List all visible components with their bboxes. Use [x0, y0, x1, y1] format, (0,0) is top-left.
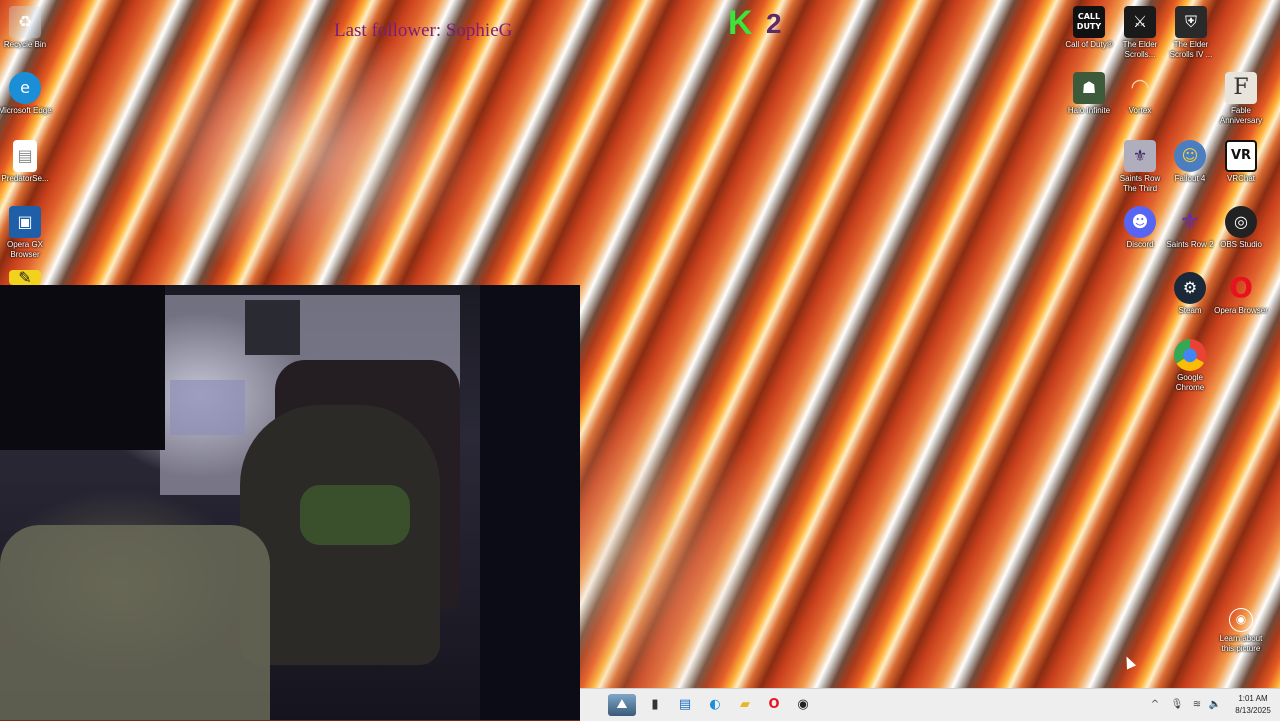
edge-icon[interactable]: ◐: [704, 694, 726, 716]
webcam-feed: [0, 285, 580, 720]
clock-time: 1:01 AM: [1238, 694, 1268, 703]
opera-icon[interactable]: O: [763, 694, 785, 716]
elder-scrolls-iv-icon: ⛨: [1175, 6, 1207, 38]
kill-counter: K 2: [728, 6, 786, 40]
saints-row-third-icon: ⚜: [1124, 140, 1156, 172]
fallout-4-icon: ☺: [1174, 140, 1206, 172]
desktop-icon-edge[interactable]: e Microsoft Edge: [0, 72, 53, 116]
desktop-icon-elder-scrolls-online[interactable]: ⚔ The Elder Scrolls...: [1112, 6, 1168, 60]
task-view-icon[interactable]: ▮: [644, 694, 666, 716]
desktop-icon-chrome[interactable]: ● Google Chrome: [1162, 339, 1218, 393]
file-explorer-icon[interactable]: ▰: [734, 694, 756, 716]
desktop-icon-vortex[interactable]: ◠ Vortex: [1112, 72, 1168, 116]
discord-icon: ☻: [1124, 206, 1156, 238]
clock-date: 8/13/2025: [1235, 706, 1271, 715]
kill-count: 2: [766, 8, 782, 39]
desktop-icon-halo-infinite[interactable]: ☗ Halo Infinite: [1061, 72, 1117, 116]
recycle-bin-icon: ♻: [9, 6, 41, 38]
chrome-icon: ●: [1174, 339, 1206, 371]
app-icon: ✎: [9, 270, 41, 286]
microphone-icon[interactable]: 🎙: [1170, 697, 1184, 713]
chevron-up-icon[interactable]: ^: [1148, 697, 1162, 713]
taskbar-clock[interactable]: 1:01 AM 8/13/2025: [1230, 693, 1276, 717]
learn-picture-icon: ◉: [1229, 608, 1253, 632]
desktop-icon-discord[interactable]: ☻ Discord: [1112, 206, 1168, 250]
obs-studio-icon[interactable]: ◉: [792, 694, 814, 716]
taskbar: ⛰ ▮ ▤ ◐ ▰ O ◉ ^ 🎙 ≋ 🔈 1:01 AM 8/13/2025: [580, 688, 1280, 721]
desktop-icon-fallout-4[interactable]: ☺ Fallout 4: [1162, 140, 1218, 184]
vrchat-icon: VR: [1225, 140, 1257, 172]
desktop-icon-saints-row-third[interactable]: ⚜ Saints Row The Third: [1112, 140, 1168, 194]
desktop-icon-predatorse[interactable]: ▤ PredatorSe...: [0, 140, 53, 184]
desktop-icon-vrchat[interactable]: VR VRChat: [1213, 140, 1269, 184]
edge-icon: e: [9, 72, 41, 104]
halo-infinite-icon: ☗: [1073, 72, 1105, 104]
desktop-icon-fable[interactable]: F Fable Anniversary: [1213, 72, 1269, 126]
desktop-icon-learn-picture[interactable]: ◉ Learn about this picture: [1213, 608, 1269, 654]
opera-icon: O: [1229, 271, 1253, 304]
desktop-icon-opera-gx[interactable]: ▣ Opera GX Browser: [0, 206, 53, 260]
elder-scrolls-online-icon: ⚔: [1124, 6, 1156, 38]
call-of-duty-icon: CALL DUTY: [1073, 6, 1105, 38]
desktop-icon-call-of-duty[interactable]: CALL DUTY Call of Duty®: [1061, 6, 1117, 50]
store-icon[interactable]: ▤: [674, 694, 696, 716]
opera-gx-icon: ▣: [9, 206, 41, 238]
desktop-icon-elder-scrolls-iv[interactable]: ⛨ The Elder Scrolls IV ...: [1163, 6, 1219, 60]
desktop-icon-recycle-bin[interactable]: ♻ Recycle Bin: [0, 6, 53, 50]
speaker-icon[interactable]: 🔈: [1208, 697, 1222, 713]
network-icon[interactable]: ≋: [1190, 697, 1204, 713]
desktop-icon-opera[interactable]: O Opera Browser: [1213, 272, 1269, 316]
steam-icon: ⚙: [1174, 272, 1206, 304]
fable-icon: F: [1225, 72, 1257, 104]
vortex-icon: ◠: [1130, 75, 1150, 100]
desktop-icon-saints-row-2[interactable]: ⚜ Saints Row 2: [1162, 206, 1218, 250]
desktop-icon-steam[interactable]: ⚙ Steam: [1162, 272, 1218, 316]
desktop-icon-obs-studio[interactable]: ◎ OBS Studio: [1213, 206, 1269, 250]
landscape-widget-icon[interactable]: ⛰: [608, 694, 636, 716]
obs-studio-icon: ◎: [1225, 206, 1257, 238]
last-follower-text: Last follower: SophieG: [334, 20, 513, 41]
file-icon: ▤: [13, 140, 37, 172]
kill-letter: K: [728, 4, 753, 42]
saints-row-2-icon: ⚜: [1179, 208, 1201, 236]
